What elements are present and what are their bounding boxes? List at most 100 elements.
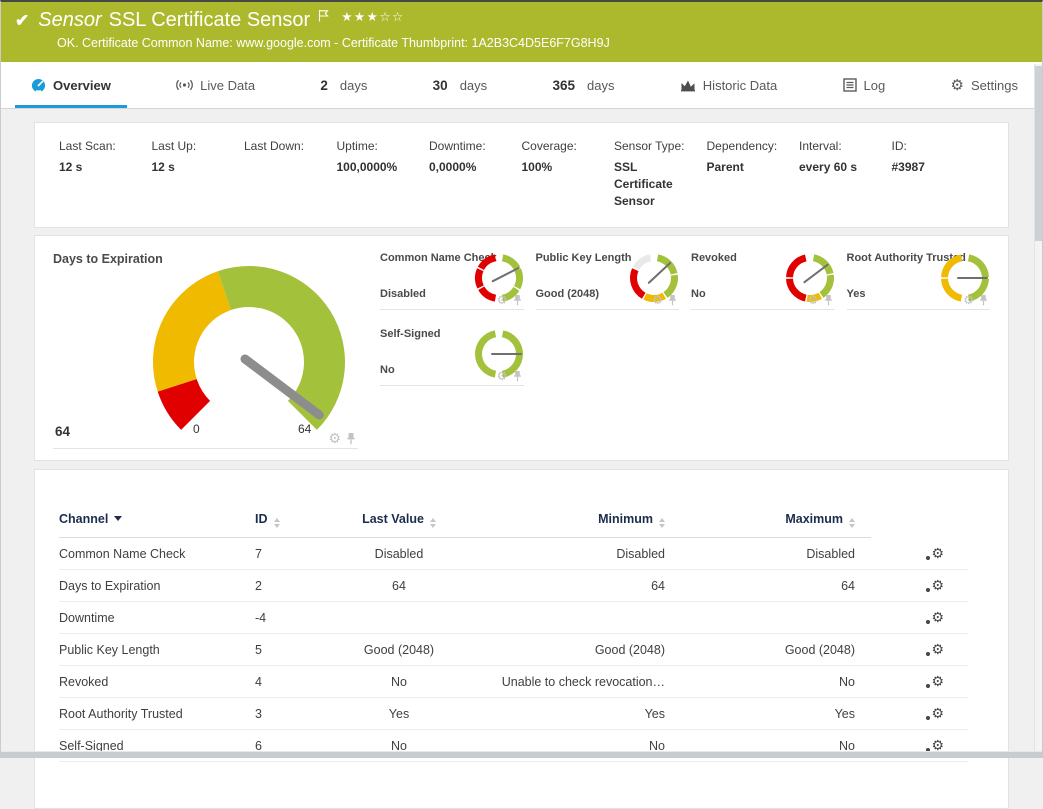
tab-label: Historic Data [703, 78, 777, 93]
tab-2-days[interactable]: 2days [304, 62, 383, 108]
sort-updown-icon [430, 518, 436, 528]
tab-settings[interactable]: ⚙Settings [935, 62, 1034, 108]
info-label: Last Down: [244, 139, 327, 153]
column-header-minimum[interactable]: Minimum [459, 512, 665, 528]
gauge-self-signed: Self-SignedNo⚙ [380, 322, 524, 386]
gauge-root-authority-trusted: Root Authority TrustedYes⚙ [847, 246, 991, 310]
gauge-revoked: RevokedNo⚙ [691, 246, 835, 310]
gauge-pin-icon[interactable] [979, 295, 988, 306]
gauge-panel-icons: ⚙ [328, 431, 356, 445]
cell-actions: ⚙ [855, 674, 968, 689]
column-header-maximum[interactable]: Maximum [665, 512, 855, 528]
table-row: Revoked4NoUnable to check revocation…No⚙ [59, 666, 968, 698]
tab-label: days [340, 78, 367, 93]
gauge-pin-icon[interactable] [513, 295, 522, 306]
info-field-last-down: Last Down: [244, 139, 337, 209]
tab-365-days[interactable]: 365days [536, 62, 630, 108]
channel-settings-icon[interactable]: ⚙ [931, 642, 944, 656]
column-label: Channel [59, 512, 108, 526]
info-value: Parent [707, 159, 790, 176]
column-header-id[interactable]: ID [255, 512, 339, 528]
gauge-panel-icons: ⚙ [808, 294, 833, 306]
column-header-last-value[interactable]: Last Value [339, 512, 459, 528]
info-label: Last Scan: [59, 139, 142, 153]
horizontal-scrollbar[interactable] [1, 751, 1042, 758]
cell-channel: Public Key Length [59, 643, 255, 657]
priority-stars[interactable]: ★★★☆☆ [341, 9, 405, 24]
status-ok-check-icon: ✔ [15, 11, 29, 31]
gauge-settings-gear-icon[interactable]: ⚙ [497, 370, 508, 382]
gauge-panel-icons: ⚙ [963, 294, 988, 306]
cell-minimum: Good (2048) [459, 643, 665, 657]
channel-settings-icon[interactable]: ⚙ [931, 578, 944, 592]
gauge-value: No [691, 288, 706, 300]
cell-actions: ⚙ [855, 546, 968, 561]
sensor-status-header: ✔ Sensor SSL Certificate Sensor ★★★☆☆ OK… [1, 2, 1042, 62]
gauge-common-name-check: Common Name CheckDisabled⚙ [380, 246, 524, 310]
cell-last-value: 64 [339, 579, 459, 593]
tab-label: days [460, 78, 487, 93]
tab-bar: Overview Live Data 2days 30days 365days Histo… [1, 62, 1042, 109]
cell-maximum: Good (2048) [665, 643, 855, 657]
table-row: Public Key Length5Good (2048)Good (2048)… [59, 634, 968, 666]
stars-filled: ★★★ [341, 10, 379, 24]
cell-id: 4 [255, 675, 339, 689]
gauge-pin-icon[interactable] [668, 295, 677, 306]
gauge-settings-gear-icon[interactable]: ⚙ [963, 294, 974, 306]
cell-maximum: Disabled [665, 547, 855, 561]
cell-id: 2 [255, 579, 339, 593]
gauge-settings-gear-icon[interactable]: ⚙ [497, 294, 508, 306]
info-label: Downtime: [429, 139, 512, 153]
gauge-settings-gear-icon[interactable]: ⚙ [808, 294, 819, 306]
info-field-last-up: Last Up:12 s [152, 139, 245, 209]
info-field-sensor-type: Sensor Type:SSL Certificate Sensor [614, 139, 707, 209]
stars-empty: ☆☆ [379, 10, 404, 24]
gauge-pin-icon[interactable] [824, 295, 833, 306]
gauge-pin-icon[interactable] [513, 371, 522, 382]
info-label: Dependency: [707, 139, 790, 153]
page-content: Last Scan: 12 s Last Up:12 sLast Down: Upti… [1, 109, 1042, 809]
gauge-value: Disabled [380, 288, 426, 300]
info-field-dependency: Dependency: Parent [707, 139, 800, 209]
tab-30-days[interactable]: 30days [417, 62, 504, 108]
gauge-current-value: 64 [55, 424, 70, 439]
info-label: Coverage: [522, 139, 605, 153]
column-header-channel[interactable]: Channel [59, 512, 255, 528]
tab-overview[interactable]: Overview [15, 62, 127, 108]
channel-settings-icon[interactable]: ⚙ [931, 546, 944, 560]
gauge-max-label: 64 [298, 422, 311, 436]
gauge-pin-icon[interactable] [346, 433, 356, 445]
tab-historic-data[interactable]: Historic Data [664, 62, 793, 108]
info-field-coverage: Coverage:100% [522, 139, 615, 209]
gauge-panel-icons: ⚙ [652, 294, 677, 306]
cell-id: 7 [255, 547, 339, 561]
info-label: Interval: [799, 139, 882, 153]
days-to-expiration-gauge-svg [141, 258, 357, 450]
vertical-scrollbar-thumb[interactable] [1035, 66, 1042, 241]
info-value: 12 s [59, 159, 142, 176]
table-row: Days to Expiration2646464⚙ [59, 570, 968, 602]
sensor-title-row: ✔ Sensor SSL Certificate Sensor ★★★☆☆ [1, 2, 1042, 32]
vertical-scrollbar[interactable] [1034, 64, 1042, 752]
cell-minimum: Disabled [459, 547, 665, 561]
gauge-needle [492, 268, 518, 281]
info-field-uptime: Uptime: 100,0000% [337, 139, 430, 209]
info-value: 100,0000% [337, 159, 420, 176]
tab-label: days [587, 78, 614, 93]
cell-actions: ⚙ [855, 578, 968, 593]
tab-log[interactable]: Log [827, 62, 902, 108]
channel-settings-icon[interactable]: ⚙ [931, 674, 944, 688]
info-value: SSL Certificate Sensor [614, 159, 697, 209]
tab-live-data[interactable]: Live Data [160, 62, 271, 108]
sort-desc-icon [114, 516, 122, 521]
channel-settings-icon[interactable]: ⚙ [931, 610, 944, 624]
flag-icon[interactable] [318, 9, 329, 22]
chart-icon [680, 78, 696, 92]
info-field-id: ID:#3987 [892, 139, 985, 209]
cell-actions: ⚙ [855, 642, 968, 657]
info-label: Uptime: [337, 139, 420, 153]
gauge-settings-gear-icon[interactable]: ⚙ [652, 294, 663, 306]
gauge-settings-gear-icon[interactable]: ⚙ [328, 431, 341, 445]
channels-table-card: ChannelIDLast ValueMinimumMaximum Common… [34, 469, 1009, 809]
channel-settings-icon[interactable]: ⚙ [931, 706, 944, 720]
